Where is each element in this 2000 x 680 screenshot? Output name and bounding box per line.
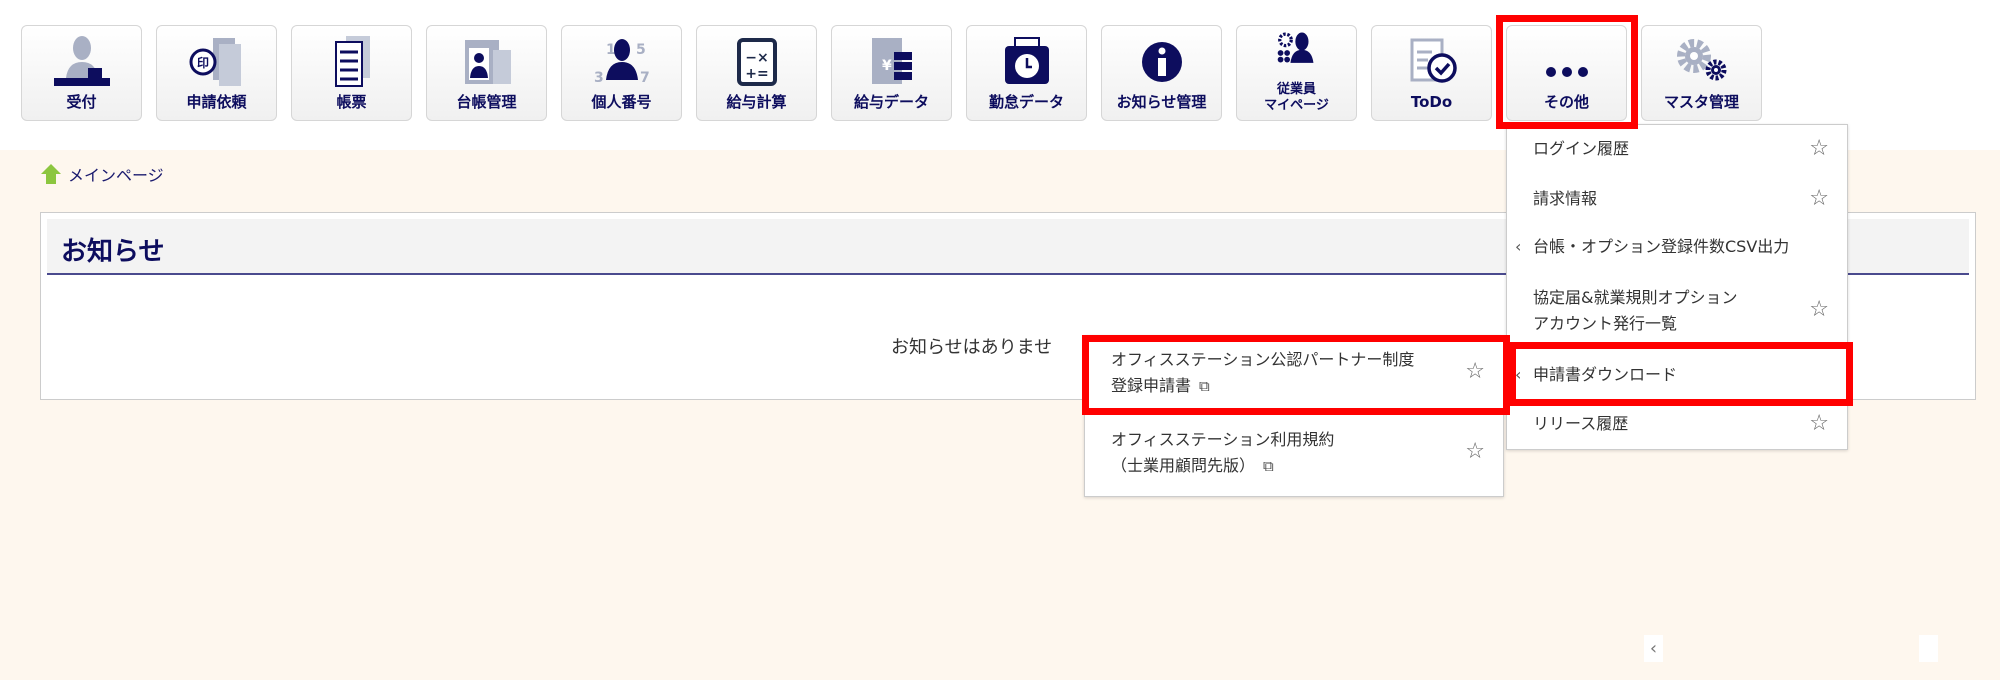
svg-text:−×: −× (745, 50, 768, 66)
svg-text:印: 印 (197, 56, 209, 70)
menu-item-agreement-accounts[interactable]: 協定届&就業規則オプション アカウント発行一覧 ☆ (1507, 285, 1847, 337)
external-link-icon: ⧉ (1199, 377, 1210, 395)
chevron-left-icon: ‹ (1515, 237, 1522, 256)
svg-text:¥: ¥ (882, 58, 892, 74)
nav-forms[interactable]: 帳票 (291, 25, 412, 121)
nav-label: ToDo (1410, 93, 1453, 111)
nav-payroll-calc[interactable]: −× += 給与計算 (696, 25, 817, 121)
gear-icon (1677, 39, 1727, 81)
breadcrumb-main-page[interactable]: メインページ (68, 162, 164, 186)
chevron-left-icon: ‹ (1515, 365, 1522, 384)
nav-personal-number[interactable]: 1537 個人番号 (561, 25, 682, 121)
home-icon (41, 164, 61, 184)
nav-payroll-data[interactable]: ¥ 給与データ (831, 25, 952, 121)
nav-label: 帳票 (336, 93, 367, 111)
external-link-icon: ⧉ (1263, 457, 1274, 475)
form-download-submenu: オフィスステーション公認パートナー制度 登録申請書 ⧉ ☆ オフィスステーション利用規… (1084, 335, 1504, 497)
nav-label: 申請依頼 (186, 93, 247, 111)
nav-request[interactable]: 印 申請依頼 (156, 25, 277, 121)
todo-icon (1410, 38, 1457, 83)
submenu-item-partner-application[interactable]: オフィスステーション公認パートナー制度 登録申請書 ⧉ ☆ (1085, 347, 1503, 399)
other-dropdown-menu: ログイン履歴 ☆ 請求情報 ☆ ‹ 台帳・オプション登録件数CSV出力 協定届&就業規… (1506, 124, 1848, 450)
document-icon (335, 36, 370, 87)
nav-label: 受付 (66, 93, 97, 111)
salary-data-icon: ¥ (872, 38, 912, 84)
svg-text:7: 7 (640, 70, 650, 86)
nav-attendance[interactable]: 勤怠データ (966, 25, 1087, 121)
submenu-item-terms-of-use[interactable]: オフィスステーション利用規約 （士業用顧問先版） ⧉ ☆ (1085, 427, 1503, 479)
star-icon[interactable]: ☆ (1809, 136, 1829, 162)
nav-label: 給与データ (853, 93, 929, 111)
star-icon[interactable]: ☆ (1809, 186, 1829, 212)
employee-icon (1277, 32, 1314, 63)
more-icon (1546, 67, 1588, 77)
nav-label: マスタ管理 (1663, 93, 1739, 111)
nav-ledger[interactable]: 台帳管理 (426, 25, 547, 121)
prev-page-button[interactable]: ‹ (1644, 635, 1663, 662)
stamp-request-icon: 印 (189, 38, 241, 86)
breadcrumb[interactable]: メインページ (40, 162, 164, 186)
reception-icon (54, 36, 110, 86)
svg-text:3: 3 (594, 70, 604, 86)
svg-text:5: 5 (636, 42, 646, 58)
star-icon[interactable]: ☆ (1465, 359, 1485, 385)
nav-label: 勤怠データ (988, 93, 1064, 111)
attendance-icon (1005, 37, 1049, 84)
star-icon[interactable]: ☆ (1809, 297, 1829, 323)
nav-label: 台帳管理 (456, 93, 517, 111)
nav-label: 個人番号 (591, 93, 652, 111)
nav-label: 給与計算 (726, 93, 787, 111)
nav-label: その他 (1543, 93, 1589, 111)
personal-number-icon: 1 53 7 (594, 39, 650, 86)
ledger-icon (465, 40, 511, 84)
star-icon[interactable]: ☆ (1465, 439, 1485, 465)
notice-title: お知らせ (61, 237, 165, 267)
nav-label: お知らせ管理 (1116, 93, 1207, 111)
nav-label: 従業員 マイページ (1264, 82, 1329, 113)
nav-reception[interactable]: 受付 (21, 25, 142, 121)
star-icon[interactable]: ☆ (1809, 411, 1829, 437)
nav-todo[interactable]: ToDo (1371, 25, 1492, 121)
next-page-button[interactable] (1919, 635, 1938, 662)
nav-notice-admin[interactable]: お知らせ管理 (1101, 25, 1222, 121)
calculator-icon: −×+= (737, 38, 777, 86)
notice-empty-message: お知らせはありませ (891, 337, 1053, 358)
info-icon (1142, 42, 1182, 82)
nav-other[interactable]: その他 (1506, 25, 1627, 121)
nav-master-admin[interactable]: マスタ管理 (1641, 25, 1762, 121)
nav-employee-mypage[interactable]: 従業員 マイページ (1236, 25, 1357, 121)
svg-text:+=: += (745, 66, 768, 82)
